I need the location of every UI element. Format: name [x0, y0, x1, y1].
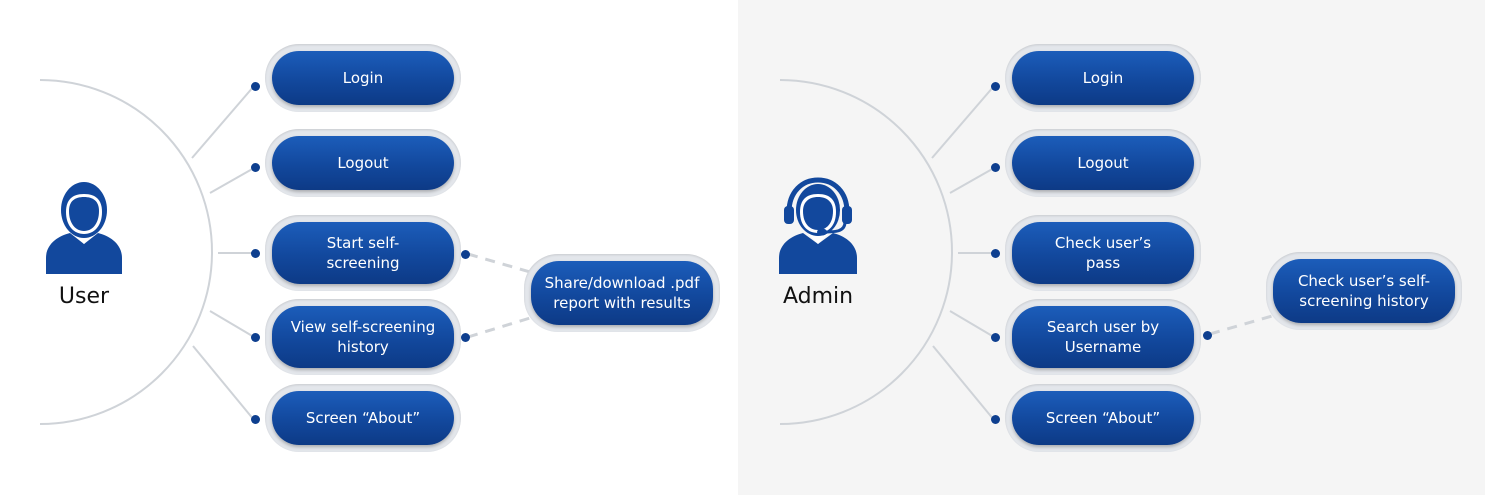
user-dot-logout: [251, 163, 260, 172]
admin-dot-check: [991, 249, 1000, 258]
user-dot-start-right: [461, 250, 470, 259]
connector-lines: [39, 79, 1273, 425]
admin-action-check-wrap: Check user’s pass: [1005, 215, 1201, 291]
admin-result-wrap: Check user’s self-screening history: [1266, 252, 1462, 330]
headset-operator-icon: [779, 177, 857, 274]
admin-action-logout-wrap: Logout: [1005, 129, 1201, 197]
admin-dot-search: [991, 333, 1000, 342]
user-dot-history: [251, 333, 260, 342]
admin-dot-login: [991, 82, 1000, 91]
admin-action-logout-button[interactable]: Logout: [1012, 136, 1194, 190]
user-connector-about: [192, 345, 255, 421]
admin-dot-about: [991, 415, 1000, 424]
user-action-view-history-button[interactable]: View self-screening history: [272, 306, 454, 368]
admin-action-about-label: Screen “About”: [1045, 409, 1161, 427]
user-icon: [46, 182, 122, 274]
user-action-history-label: View self-screening history: [290, 318, 436, 356]
admin-action-about-button[interactable]: Screen “About”: [1012, 391, 1194, 445]
user-action-start-label: Start self-screening: [326, 234, 400, 272]
admin-connector-logout: [949, 167, 995, 194]
user-result-wrap: Share/download .pdf report with results: [524, 254, 720, 332]
user-action-logout-label: Logout: [337, 154, 389, 172]
admin-dot-search-right: [1203, 331, 1212, 340]
admin-action-about-wrap: Screen “About”: [1005, 384, 1201, 452]
user-result-label: Share/download .pdf report with results: [544, 274, 700, 312]
admin-dashed-search-to-history: [1209, 314, 1273, 336]
user-dot-login: [251, 82, 260, 91]
admin-result-history-button[interactable]: Check user’s self-screening history: [1273, 259, 1455, 323]
user-dashed-history-to-report: [467, 316, 531, 339]
admin-action-check-pass-button[interactable]: Check user’s pass: [1012, 222, 1194, 284]
admin-connector-login: [931, 85, 995, 159]
user-connector-logout: [209, 167, 255, 194]
admin-actor: Admin: [758, 176, 878, 309]
user-dot-history-right: [461, 333, 470, 342]
admin-action-search-label: Search user by Username: [1046, 318, 1160, 356]
user-action-start-wrap: Start self-screening: [265, 215, 461, 291]
user-dashed-start-to-report: [467, 252, 531, 274]
user-action-logout-button[interactable]: Logout: [272, 136, 454, 190]
admin-dot-logout: [991, 163, 1000, 172]
user-action-login-label: Login: [342, 69, 384, 87]
user-actor-label: User: [58, 284, 110, 309]
user-action-login-wrap: Login: [265, 44, 461, 112]
user-action-logout-wrap: Logout: [265, 129, 461, 197]
user-action-start-screening-button[interactable]: Start self-screening: [272, 222, 454, 284]
admin-actor-label: Admin: [782, 284, 854, 309]
user-connector-history: [209, 310, 255, 338]
user-result-report-button[interactable]: Share/download .pdf report with results: [531, 261, 713, 325]
admin-action-login-button[interactable]: Login: [1012, 51, 1194, 105]
user-action-history-wrap: View self-screening history: [265, 299, 461, 375]
admin-action-login-wrap: Login: [1005, 44, 1201, 112]
user-actor: User: [24, 178, 144, 309]
admin-connector-search: [949, 310, 995, 338]
user-connector-login: [191, 85, 255, 159]
admin-action-login-label: Login: [1082, 69, 1124, 87]
user-dot-about: [251, 415, 260, 424]
admin-result-label: Check user’s self-screening history: [1297, 272, 1431, 310]
user-action-about-label: Screen “About”: [305, 409, 421, 427]
admin-action-search-wrap: Search user by Username: [1005, 299, 1201, 375]
admin-action-search-user-button[interactable]: Search user by Username: [1012, 306, 1194, 368]
user-dot-start: [251, 249, 260, 258]
admin-action-check-label: Check user’s pass: [1054, 234, 1152, 272]
admin-action-logout-label: Logout: [1077, 154, 1129, 172]
user-action-about-button[interactable]: Screen “About”: [272, 391, 454, 445]
admin-connector-about: [932, 345, 995, 421]
user-action-about-wrap: Screen “About”: [265, 384, 461, 452]
user-action-login-button[interactable]: Login: [272, 51, 454, 105]
